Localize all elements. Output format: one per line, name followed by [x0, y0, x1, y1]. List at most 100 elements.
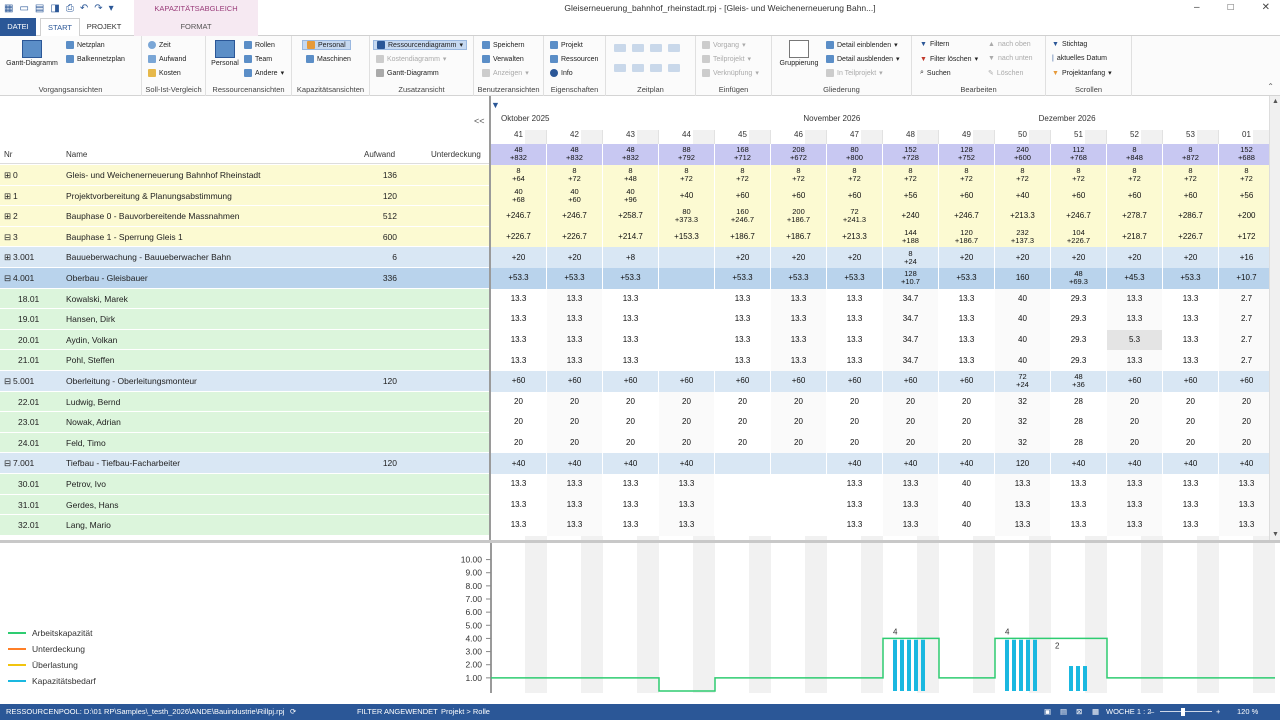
table-row[interactable]: 30.01 Petrov, Ivo	[0, 474, 490, 495]
gantt-button[interactable]: Gantt-Diagramm	[4, 40, 60, 67]
grid-cell[interactable]: +60	[603, 371, 659, 392]
grid-cell[interactable]: +20	[1163, 247, 1219, 268]
grid-cell[interactable]: 13.3	[995, 474, 1051, 495]
table-row[interactable]: ⊞ 2 Bauphase 0 - Bauvorbereitende Massnahm…	[0, 206, 490, 227]
grid-cell[interactable]: 8 +24	[883, 247, 939, 268]
grid-cell[interactable]	[771, 515, 827, 536]
grid-cell[interactable]: 2.7	[1219, 350, 1269, 371]
netzplan-button[interactable]: Netzplan	[66, 41, 105, 49]
grid-cell[interactable]: 8 +72	[715, 165, 771, 186]
grid-cell[interactable]: 20	[1219, 412, 1269, 433]
grid-cell[interactable]: 13.3	[547, 494, 603, 516]
row-nr[interactable]: ⊞	[4, 186, 11, 207]
grid-cell[interactable]: 40 +60	[547, 185, 603, 207]
grid-cell[interactable]: 13.3	[883, 494, 939, 516]
personal-view-button[interactable]: Personal	[208, 40, 242, 67]
grid-cell[interactable]: 13.3	[1163, 494, 1219, 516]
view-toggle-icon-2[interactable]: ▤	[1060, 704, 1067, 720]
grid-cell[interactable]: 200 +186.7	[771, 206, 827, 227]
grid-cell[interactable]: +40	[1163, 453, 1219, 474]
grid-cell[interactable]: 128 +10.7	[883, 268, 939, 289]
suchen-button[interactable]: ⌕ Suchen	[920, 69, 951, 77]
grid-cell[interactable]: 8 +72	[939, 165, 995, 186]
grid-cell[interactable]	[771, 474, 827, 495]
new-icon[interactable]: ▭	[19, 3, 28, 14]
grid-cell[interactable]: 13.3	[659, 515, 715, 536]
grid-cell[interactable]: 20	[547, 391, 603, 413]
grid-cell[interactable]	[659, 350, 715, 371]
grid-cell[interactable]: 13.3	[547, 515, 603, 536]
stichtag-marker-icon[interactable]: ▼	[491, 100, 500, 110]
grid-cell[interactable]: 13.3	[603, 515, 659, 536]
grid-cell[interactable]: 13.3	[1051, 474, 1107, 495]
grid-cell[interactable]: +246.7	[491, 206, 547, 227]
grid-cell[interactable]: 13.3	[603, 329, 659, 351]
grid-cell[interactable]: 20	[547, 412, 603, 433]
grid-cell[interactable]: 13.3	[883, 515, 939, 536]
grid-cell[interactable]: 13.3	[827, 288, 883, 310]
grid-cell[interactable]: +186.7	[771, 226, 827, 248]
grid-cell[interactable]: 8 +72	[1219, 165, 1269, 186]
grid-cell[interactable]: 80 +373.3	[659, 206, 715, 227]
grid-cell[interactable]: +60	[1163, 371, 1219, 392]
grid-cell[interactable]: 144 +188	[883, 226, 939, 248]
row-nr[interactable]: ⊞	[4, 165, 11, 186]
zoom-slider[interactable]	[1160, 711, 1212, 712]
grid-cell[interactable]: 40	[939, 494, 995, 516]
col-aufwand[interactable]: Aufwand	[364, 150, 395, 159]
grid-cell[interactable]: 13.3	[939, 309, 995, 330]
grid-cell[interactable]: 20	[939, 391, 995, 413]
grid-cell[interactable]: 20	[603, 391, 659, 413]
grid-cell[interactable]: +240	[883, 206, 939, 227]
andere-button[interactable]: Andere ▾	[244, 69, 284, 77]
grid-cell[interactable]: 20	[659, 412, 715, 433]
aufwand-button[interactable]: Aufwand	[148, 55, 186, 63]
grid-cell[interactable]: 13.3	[491, 288, 547, 310]
grid-cell[interactable]: +40	[883, 453, 939, 474]
grid-cell[interactable]: 20	[771, 391, 827, 413]
grid-cell[interactable]: 20	[491, 412, 547, 433]
aktuelles-datum-button[interactable]: | aktuelles Datum	[1052, 55, 1107, 62]
grid-cell[interactable]: 2.7	[1219, 288, 1269, 310]
grid-cell[interactable]	[715, 453, 771, 474]
grid-cell[interactable]: 34.7	[883, 288, 939, 310]
grid-cell[interactable]: 13.3	[883, 474, 939, 495]
minimize-icon[interactable]: –	[1194, 2, 1200, 13]
grid-cell[interactable]: 20	[1107, 391, 1163, 413]
grid-cell[interactable]: 13.3	[771, 329, 827, 351]
grid-cell[interactable]: 29.3	[1051, 329, 1107, 351]
grid-cell[interactable]: 13.3	[547, 309, 603, 330]
grid-cell[interactable]: +56	[883, 185, 939, 207]
grid-cell[interactable]: 28	[1051, 412, 1107, 433]
grid-cell[interactable]: 8 +48	[603, 165, 659, 186]
grid-cell[interactable]: +40	[659, 453, 715, 474]
grid-cell[interactable]: 20	[1163, 391, 1219, 413]
detail-ausblenden-button[interactable]: Detail ausblenden ▾	[826, 55, 900, 63]
table-row[interactable]: 18.01 Kowalski, Marek	[0, 288, 490, 310]
grid-cell[interactable]: +20	[715, 247, 771, 268]
grid-cell[interactable]: +53.3	[939, 268, 995, 289]
verwalten-button[interactable]: Verwalten	[482, 55, 524, 63]
view-toggle-icon[interactable]: ▣	[1044, 704, 1051, 720]
table-row[interactable]: 31.01 Gerdes, Hans	[0, 494, 490, 516]
print-icon[interactable]: ⎙	[66, 3, 74, 14]
grid-cell[interactable]: 34.7	[883, 329, 939, 351]
grid-cell[interactable]: +60	[659, 371, 715, 392]
refresh-icon[interactable]: ⟳	[290, 704, 296, 720]
grid-cell[interactable]: 20	[1107, 432, 1163, 454]
grid-cell[interactable]: 20	[491, 432, 547, 454]
grid-cell[interactable]: +60	[491, 371, 547, 392]
grid-cell[interactable]: 13.3	[715, 329, 771, 351]
grid-cell[interactable]: +60	[715, 185, 771, 207]
grid-cell[interactable]: 152 +688	[1219, 144, 1269, 165]
grid-cell[interactable]: +60	[1107, 371, 1163, 392]
gruppierung-button[interactable]: Gruppierung	[774, 40, 824, 67]
grid-cell[interactable]: 8 +72	[547, 165, 603, 186]
grid-cell[interactable]: 13.3	[659, 474, 715, 495]
grid-cell[interactable]: +53.3	[771, 268, 827, 289]
grid-cell[interactable]: 160 +246.7	[715, 206, 771, 227]
grid-cell[interactable]: 104 +226.7	[1051, 226, 1107, 248]
zeit-button[interactable]: Zeit	[148, 41, 171, 49]
grid-cell[interactable]: 13.3	[491, 515, 547, 536]
grid-cell[interactable]: 13.3	[827, 309, 883, 330]
